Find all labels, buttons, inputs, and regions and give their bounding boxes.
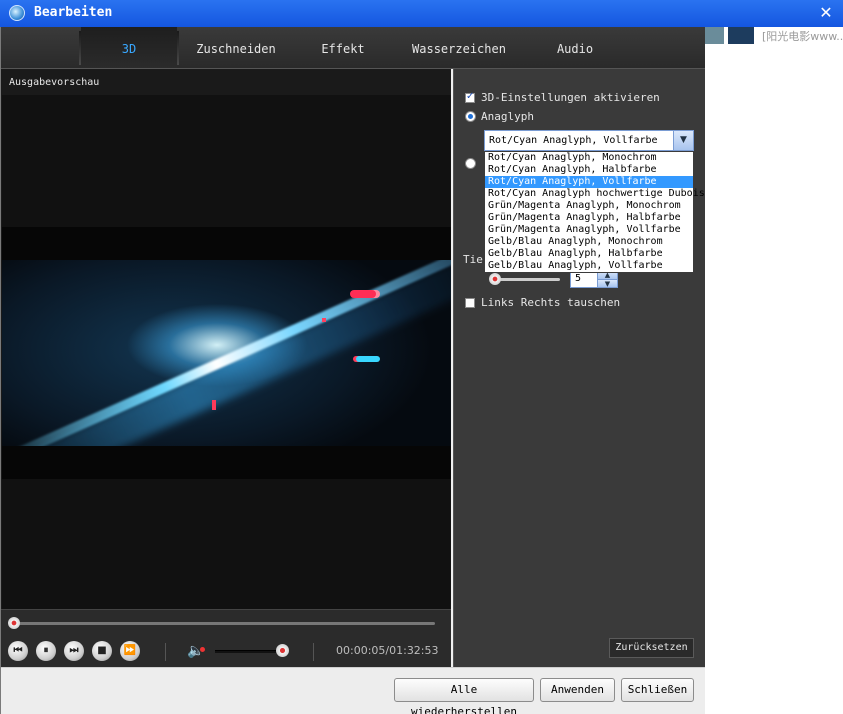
seek-handle[interactable]: [8, 617, 20, 629]
close-icon[interactable]: ✕: [817, 4, 835, 22]
mute-indicator: [200, 647, 205, 652]
preview-label: Ausgabevorschau: [9, 77, 100, 88]
anaglyph-radio[interactable]: [465, 111, 476, 122]
reset-button[interactable]: Zurücksetzen: [609, 638, 694, 658]
anaglyph-selected-value: Rot/Cyan Anaglyph, Vollfarbe: [489, 135, 658, 146]
tab-wasserzeichen[interactable]: Wasserzeichen: [395, 27, 523, 68]
dropdown-option[interactable]: Rot/Cyan Anaglyph hochwertige Dubois: [485, 188, 705, 200]
dropdown-option[interactable]: Gelb/Blau Anaglyph, Halbfarbe: [485, 248, 693, 260]
stop-button[interactable]: ■: [92, 641, 112, 661]
seek-bar[interactable]: [1, 609, 451, 635]
tab-effekt[interactable]: Effekt: [291, 27, 395, 68]
enable-3d-checkbox[interactable]: [465, 91, 475, 103]
dropdown-option[interactable]: Gelb/Blau Anaglyph, Vollfarbe: [485, 260, 693, 272]
settings-panel: 3D-Einstellungen aktivieren Anaglyph Rot…: [453, 69, 705, 667]
divider: [165, 643, 166, 661]
tab-audio[interactable]: Audio: [523, 27, 627, 68]
edit-dialog: 3D Zuschneiden Effekt Wasserzeichen Audi…: [0, 27, 705, 714]
volume-icon[interactable]: 🔈: [187, 643, 205, 659]
restore-all-button[interactable]: Alle wiederherstellen: [394, 678, 534, 714]
background-app-text: [阳光电影www...: [762, 30, 843, 43]
dropdown-option-selected[interactable]: Rot/Cyan Anaglyph, Vollfarbe: [485, 176, 693, 188]
video-frame: [2, 227, 451, 479]
title-bar: Bearbeiten ✕: [0, 0, 843, 27]
dropdown-option[interactable]: Gelb/Blau Anaglyph, Monochrom: [485, 236, 693, 248]
dialog-footer: Alle wiederherstellen Anwenden Schließen: [1, 667, 705, 714]
anaglyph-label[interactable]: Anaglyph: [481, 110, 534, 123]
window-title: Bearbeiten: [34, 5, 113, 20]
app-logo-icon: [9, 5, 25, 21]
spark: [322, 318, 326, 322]
anaglyph-dropdown-list: Rot/Cyan Anaglyph, Monochrom Rot/Cyan An…: [484, 151, 705, 273]
dropdown-option[interactable]: Grün/Magenta Anaglyph, Halbfarbe: [485, 212, 693, 224]
chevron-down-icon[interactable]: ▼: [673, 131, 693, 150]
video-image: [2, 260, 451, 446]
pause-button[interactable]: ⏸: [36, 641, 56, 661]
spark: [356, 356, 380, 362]
spark: [350, 290, 376, 298]
background-app-strip: [阳光电影www...: [704, 26, 843, 714]
rewind-button[interactable]: ⏮: [8, 641, 28, 661]
divider: [313, 643, 314, 661]
volume-handle[interactable]: [276, 644, 289, 657]
chevron-down-icon[interactable]: ▼: [597, 279, 617, 288]
close-button[interactable]: Schließen: [621, 678, 694, 702]
background-thumbnail: [704, 26, 724, 44]
depth-handle[interactable]: [489, 273, 501, 285]
apply-button[interactable]: Anwenden: [540, 678, 615, 702]
depth-label: Tie: [463, 253, 483, 266]
tab-zuschneiden[interactable]: Zuschneiden: [181, 27, 291, 68]
playback-controls: ⏮ ⏸ ⏭ ■ ⏩ 🔈 00:00:05/01:32:53: [1, 635, 451, 667]
output-preview: [2, 95, 451, 609]
seek-track[interactable]: [13, 622, 435, 625]
light-streak: [2, 260, 451, 446]
preview-panel: Ausgabevorschau ⏮ ⏸ ⏭ ■ ⏩ 🔈 00:00:05/01:…: [1, 69, 451, 667]
fast-forward-button[interactable]: ⏭: [64, 641, 84, 661]
dropdown-option[interactable]: Grün/Magenta Anaglyph, Vollfarbe: [485, 224, 693, 236]
spark: [212, 400, 216, 410]
tab-separator: [177, 31, 179, 65]
tab-3d[interactable]: 3D: [81, 27, 177, 68]
timecode: 00:00:05/01:32:53: [336, 644, 439, 657]
background-thumbnail: [728, 26, 754, 44]
other-mode-radio[interactable]: [465, 158, 476, 169]
swap-left-right-checkbox[interactable]: [465, 298, 475, 308]
dropdown-option[interactable]: Rot/Cyan Anaglyph, Monochrom: [485, 152, 693, 164]
anaglyph-select[interactable]: Rot/Cyan Anaglyph, Vollfarbe ▼: [484, 130, 694, 151]
enable-3d-label[interactable]: 3D-Einstellungen aktivieren: [481, 91, 660, 104]
dropdown-option[interactable]: Rot/Cyan Anaglyph, Halbfarbe: [485, 164, 693, 176]
depth-value[interactable]: 5: [575, 273, 581, 284]
next-frame-button[interactable]: ⏩: [120, 641, 140, 661]
dropdown-option[interactable]: Grün/Magenta Anaglyph, Monochrom: [485, 200, 693, 212]
tab-bar: 3D Zuschneiden Effekt Wasserzeichen Audi…: [1, 27, 705, 69]
swap-left-right-label[interactable]: Links Rechts tauschen: [481, 296, 620, 309]
